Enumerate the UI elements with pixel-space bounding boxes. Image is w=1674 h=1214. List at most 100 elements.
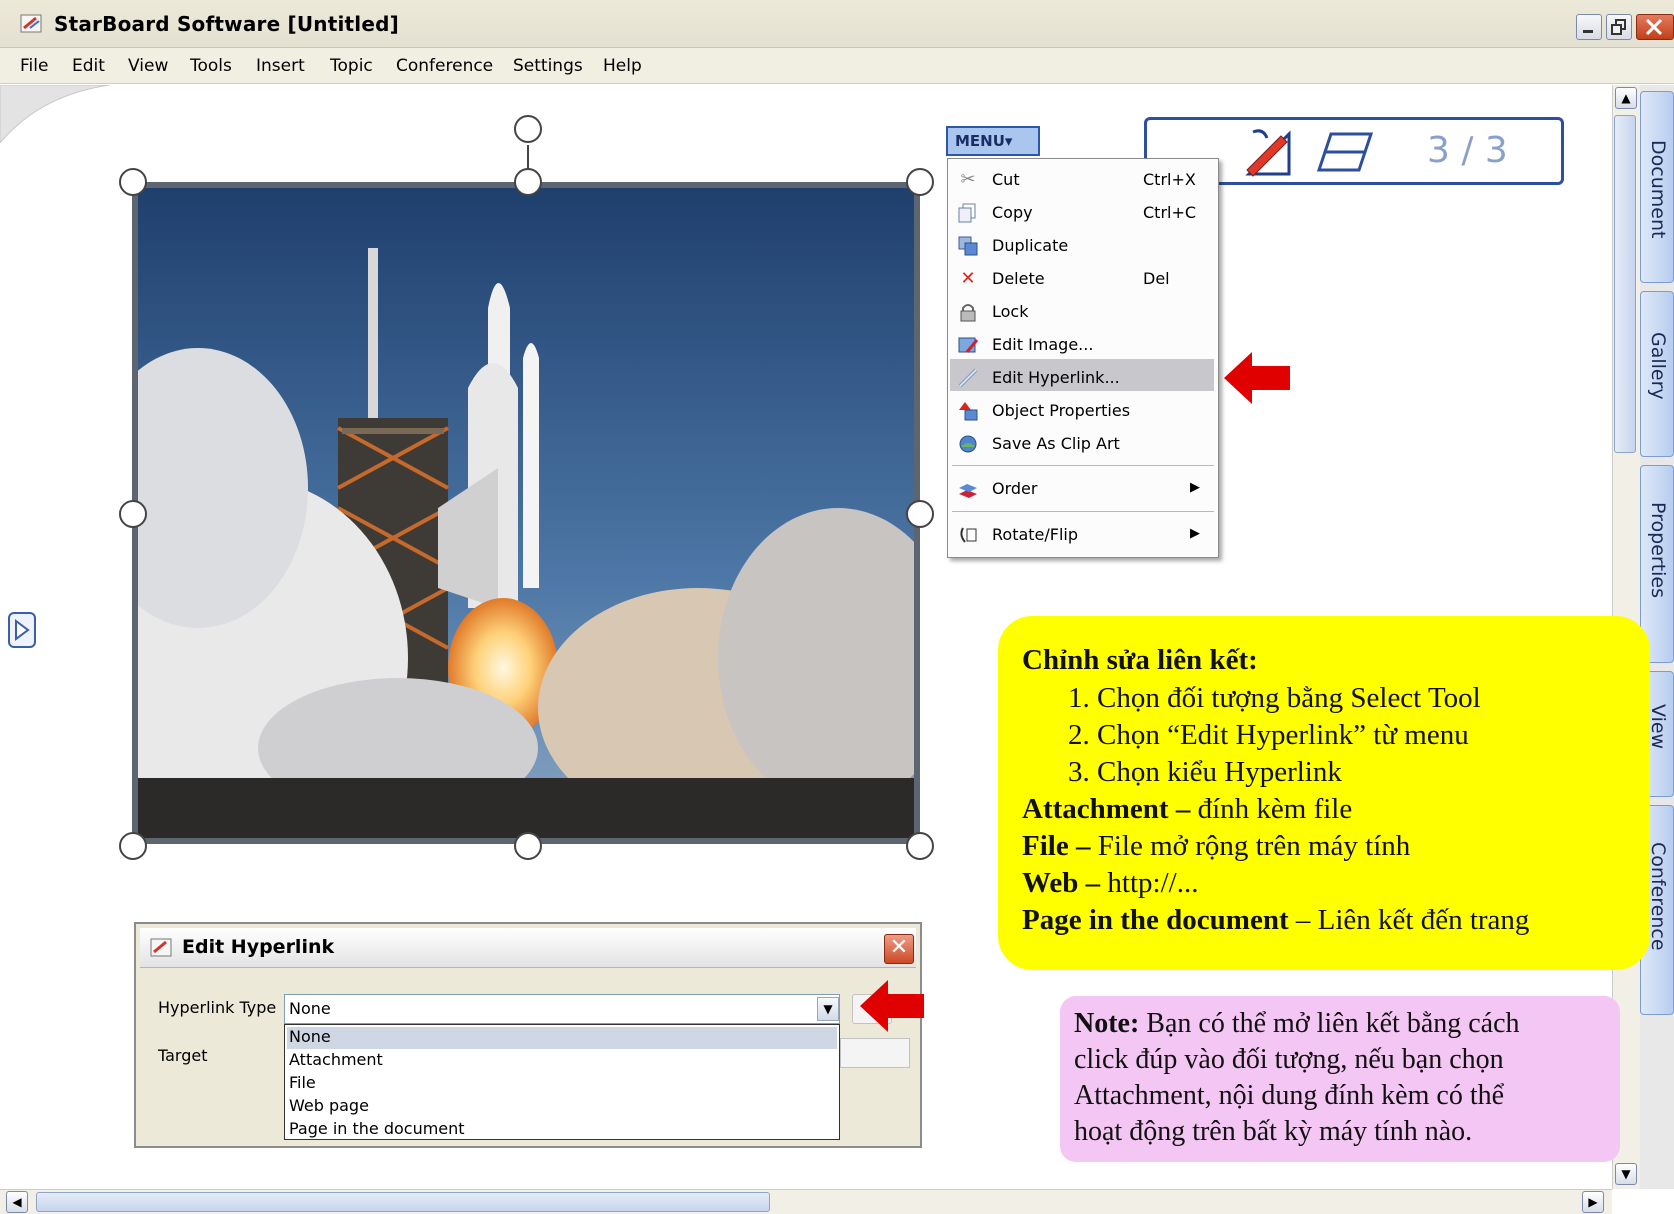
instruction-callout: Chỉnh sửa liên kết: 1. Chọn đối tượng bằ… (998, 616, 1650, 970)
option-file[interactable]: File (289, 1073, 316, 1092)
menu-conference[interactable]: Conference (396, 56, 493, 76)
menu-item-edit-hyperlink[interactable]: Edit Hyperlink... (948, 362, 1218, 394)
resize-handle-left[interactable] (119, 500, 147, 528)
type-desc: đính kèm file (1190, 793, 1353, 825)
order-icon (956, 478, 980, 500)
type-desc: http://... (1100, 867, 1199, 899)
menu-edit[interactable]: Edit (72, 56, 105, 76)
target-label: Target (158, 1046, 208, 1065)
tab-document[interactable]: Document (1640, 91, 1674, 283)
menu-item-delete[interactable]: ✕ Delete Del (948, 263, 1218, 295)
callout-type-line: Web – http://... (1022, 867, 1198, 900)
menu-separator (952, 465, 1214, 466)
resize-handle-bottom-right[interactable] (906, 832, 934, 860)
restore-button[interactable] (1606, 14, 1632, 40)
menu-view[interactable]: View (128, 56, 168, 76)
menu-item-cut[interactable]: ✂ Cut Ctrl+X (948, 164, 1218, 196)
edit-image-icon (956, 334, 980, 356)
menu-help[interactable]: Help (603, 56, 642, 76)
select-value: None (289, 999, 331, 1018)
menu-item-label: Duplicate (992, 236, 1069, 255)
duplicate-icon (956, 235, 980, 257)
hyperlink-type-select[interactable]: None ▼ (284, 994, 840, 1024)
option-none[interactable]: None (289, 1027, 331, 1046)
eraser-icon[interactable] (1315, 130, 1375, 174)
play-arrow-icon (15, 619, 30, 641)
menu-item-edit-image[interactable]: Edit Image... (948, 329, 1218, 361)
horizontal-scroll-thumb[interactable] (36, 1192, 770, 1212)
menu-dropdown-button[interactable]: MENU▾ (946, 126, 1040, 156)
menu-item-shortcut: Ctrl+C (1143, 203, 1197, 222)
resize-handle-right[interactable] (906, 500, 934, 528)
menu-tools[interactable]: Tools (190, 56, 232, 76)
scroll-left-button[interactable]: ◀ (6, 1191, 28, 1213)
callout-type-line: Attachment – đính kèm file (1022, 793, 1352, 826)
resize-handle-top-left[interactable] (119, 168, 147, 196)
type-term: Page in the document (1022, 904, 1289, 936)
menu-item-shortcut: Ctrl+X (1143, 170, 1196, 189)
menu-item-object-properties[interactable]: Object Properties (948, 395, 1218, 427)
menu-item-copy[interactable]: Copy Ctrl+C (948, 197, 1218, 229)
option-page-in-document[interactable]: Page in the document (289, 1119, 465, 1138)
note-line: Note: Bạn có thể mở liên kết bằng cách (1074, 1008, 1520, 1040)
menu-item-duplicate[interactable]: Duplicate (948, 230, 1218, 262)
shuttle-launch-image[interactable] (132, 182, 920, 844)
scroll-up-button[interactable]: ▲ (1615, 87, 1637, 109)
vertical-scroll-thumb[interactable] (1614, 115, 1636, 453)
note-line: Attachment, nội dung đính kèm có thể (1074, 1080, 1505, 1111)
tab-label: Gallery (1647, 332, 1669, 400)
menu-file[interactable]: File (20, 56, 48, 76)
callout-step: 3. Chọn kiểu Hyperlink (1068, 756, 1342, 788)
dialog-close-button[interactable]: ✕ (884, 934, 914, 964)
scroll-right-button[interactable]: ▶ (1582, 1191, 1604, 1213)
close-icon (1645, 18, 1663, 36)
type-desc: – Liên kết đến trang (1288, 904, 1530, 936)
type-term: Attachment – (1022, 793, 1191, 825)
resize-handle-bottom[interactable] (514, 832, 542, 860)
option-attachment[interactable]: Attachment (289, 1050, 383, 1069)
target-input[interactable] (840, 1038, 910, 1068)
minimize-button[interactable] (1576, 14, 1602, 40)
resize-handle-top[interactable] (514, 168, 542, 196)
note-line: click đúp vào đối tượng, nếu bạn chọn (1074, 1044, 1504, 1075)
tab-label: View (1647, 704, 1669, 750)
app-icon (150, 938, 172, 957)
chevron-down-icon[interactable]: ▼ (817, 997, 839, 1021)
pen-ruler-icon[interactable] (1239, 124, 1299, 180)
close-button[interactable] (1636, 14, 1674, 40)
menu-separator (952, 511, 1214, 512)
tab-gallery[interactable]: Gallery (1640, 291, 1674, 457)
submenu-arrow-icon: ▶ (1190, 526, 1200, 541)
title-bar: StarBoard Software [Untitled] (0, 0, 1674, 48)
side-panel-toggle[interactable] (8, 612, 36, 648)
lock-icon (956, 301, 980, 323)
pointer-arrow-icon (860, 980, 924, 1032)
resize-handle-top-right[interactable] (906, 168, 934, 196)
rotate-icon (956, 524, 980, 546)
menu-item-label: Rotate/Flip (992, 525, 1079, 544)
option-web-page[interactable]: Web page (289, 1096, 369, 1115)
option-highlight (287, 1027, 837, 1049)
rotate-handle[interactable] (514, 115, 542, 143)
menu-item-rotate-flip[interactable]: Rotate/Flip ▶ (948, 519, 1218, 551)
menu-item-save-clip-art[interactable]: Save As Clip Art (948, 428, 1218, 460)
note-callout: Note: Bạn có thể mở liên kết bằng cách c… (1060, 996, 1620, 1162)
resize-handle-bottom-left[interactable] (119, 832, 147, 860)
type-term: Web – (1022, 867, 1101, 899)
menu-item-label: Lock (992, 302, 1029, 321)
note-term: Note: (1074, 1008, 1140, 1039)
menu-item-order[interactable]: Order ▶ (948, 473, 1218, 505)
clipart-icon (956, 433, 980, 455)
menu-topic[interactable]: Topic (330, 56, 373, 76)
page-curl-decoration (0, 85, 110, 143)
scroll-down-button[interactable]: ▼ (1615, 1163, 1637, 1185)
dialog-title-bar[interactable]: Edit Hyperlink ✕ (140, 928, 916, 968)
callout-type-line: File – File mở rộng trên máy tính (1022, 830, 1410, 863)
type-desc: File mở rộng trên máy tính (1090, 830, 1411, 862)
menu-insert[interactable]: Insert (256, 56, 305, 76)
edit-hyperlink-dialog: Edit Hyperlink ✕ Hyperlink Type Target N… (134, 922, 922, 1148)
callout-heading: Chỉnh sửa liên kết: (1022, 644, 1258, 676)
menu-settings[interactable]: Settings (513, 56, 583, 76)
menu-item-lock[interactable]: Lock (948, 296, 1218, 328)
callout-step: 1. Chọn đối tượng bằng Select Tool (1068, 682, 1481, 714)
